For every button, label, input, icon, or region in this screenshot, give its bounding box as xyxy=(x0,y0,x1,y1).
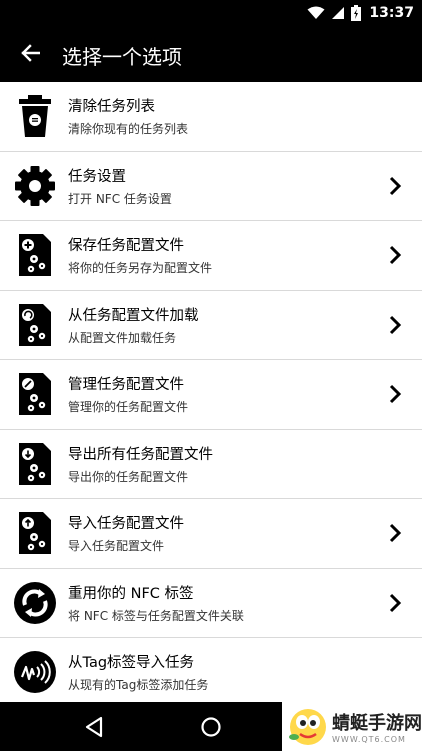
list-item-reuse-nfc[interactable]: 重用你的 NFC 标签 将 NFC 标签与任务配置文件关联 xyxy=(0,568,422,638)
list-item-load-profile[interactable]: 从任务配置文件加载 从配置文件加载任务 xyxy=(0,290,422,360)
chevron-right-icon xyxy=(389,384,402,404)
item-title: 管理任务配置文件 xyxy=(68,377,184,393)
battery-icon xyxy=(351,5,362,21)
wifi-icon xyxy=(307,6,325,19)
chevron-right-icon xyxy=(389,593,402,612)
item-title: 任务设置 xyxy=(68,168,126,185)
list-item-manage-profile[interactable]: 管理任务配置文件 管理你的任务配置文件 xyxy=(0,360,422,430)
trash-icon xyxy=(13,94,57,138)
nfc-tag-icon xyxy=(13,650,57,694)
item-subtitle: 打开 NFC 任务设置 xyxy=(68,191,172,206)
dragonfly-logo-icon xyxy=(289,708,326,745)
item-subtitle: 管理你的任务配置文件 xyxy=(68,400,189,414)
nav-back-button[interactable] xyxy=(76,710,112,744)
arrow-left-icon xyxy=(21,44,40,62)
watermark: 蜻蜓手游网 WWW.QT6.COM xyxy=(282,702,422,751)
save-profile-icon xyxy=(13,233,57,277)
chevron-right-icon xyxy=(389,523,402,543)
chevron-right-icon xyxy=(389,315,402,334)
load-profile-icon xyxy=(13,303,57,347)
item-title: 导入任务配置文件 xyxy=(68,516,184,532)
signal-icon xyxy=(332,7,345,19)
circle-home-icon xyxy=(201,717,221,737)
item-title: 从Tag标签导入任务 xyxy=(68,655,195,671)
gear-icon xyxy=(13,164,57,208)
recycle-nfc-icon xyxy=(13,581,57,625)
export-profile-icon xyxy=(13,442,57,486)
chevron-right-icon xyxy=(389,176,402,195)
nav-home-button[interactable] xyxy=(193,710,229,744)
manage-profile-icon xyxy=(13,372,57,416)
status-bar: 13:37 xyxy=(0,0,422,25)
import-profile-icon xyxy=(13,511,57,555)
options-list: 清除任务列表 清除你现有的任务列表 任务设置 打开 NFC 任务设置 保存任务配… xyxy=(0,82,422,702)
item-subtitle: 将你的任务另存为配置文件 xyxy=(68,261,213,275)
item-subtitle: 导出你的任务配置文件 xyxy=(68,469,189,484)
item-subtitle: 从现有的Tag标签添加任务 xyxy=(68,678,209,692)
item-title: 导出所有任务配置文件 xyxy=(68,446,213,463)
list-item-import-profile[interactable]: 导入任务配置文件 导入任务配置文件 xyxy=(0,499,422,569)
back-button[interactable] xyxy=(10,33,50,73)
item-subtitle: 从配置文件加载任务 xyxy=(68,330,177,345)
page-title: 选择一个选项 xyxy=(62,45,182,69)
triangle-back-icon xyxy=(85,716,103,738)
watermark-name: 蜻蜓手游网 xyxy=(332,713,422,734)
status-time: 13:37 xyxy=(369,5,414,21)
chevron-right-icon xyxy=(389,245,402,265)
list-item-import-from-tag[interactable]: 从Tag标签导入任务 从现有的Tag标签添加任务 xyxy=(0,638,422,702)
list-item-clear-tasks[interactable]: 清除任务列表 清除你现有的任务列表 xyxy=(0,82,422,152)
toolbar: 选择一个选项 xyxy=(0,25,422,82)
item-title: 重用你的 NFC 标签 xyxy=(68,585,194,602)
watermark-text: 蜻蜓手游网 WWW.QT6.COM xyxy=(332,709,422,744)
item-subtitle: 将 NFC 标签与任务配置文件关联 xyxy=(68,608,244,623)
status-icons: 13:37 xyxy=(307,3,414,23)
list-item-task-settings[interactable]: 任务设置 打开 NFC 任务设置 xyxy=(0,151,422,221)
watermark-url: WWW.QT6.COM xyxy=(332,735,406,744)
item-subtitle: 清除你现有的任务列表 xyxy=(68,122,189,136)
list-item-export-profiles[interactable]: 导出所有任务配置文件 导出你的任务配置文件 xyxy=(0,429,422,499)
item-title: 保存任务配置文件 xyxy=(68,238,184,254)
item-title: 清除任务列表 xyxy=(68,99,155,115)
list-item-save-profile[interactable]: 保存任务配置文件 将你的任务另存为配置文件 xyxy=(0,221,422,291)
item-subtitle: 导入任务配置文件 xyxy=(68,539,165,553)
item-title: 从任务配置文件加载 xyxy=(68,307,199,324)
